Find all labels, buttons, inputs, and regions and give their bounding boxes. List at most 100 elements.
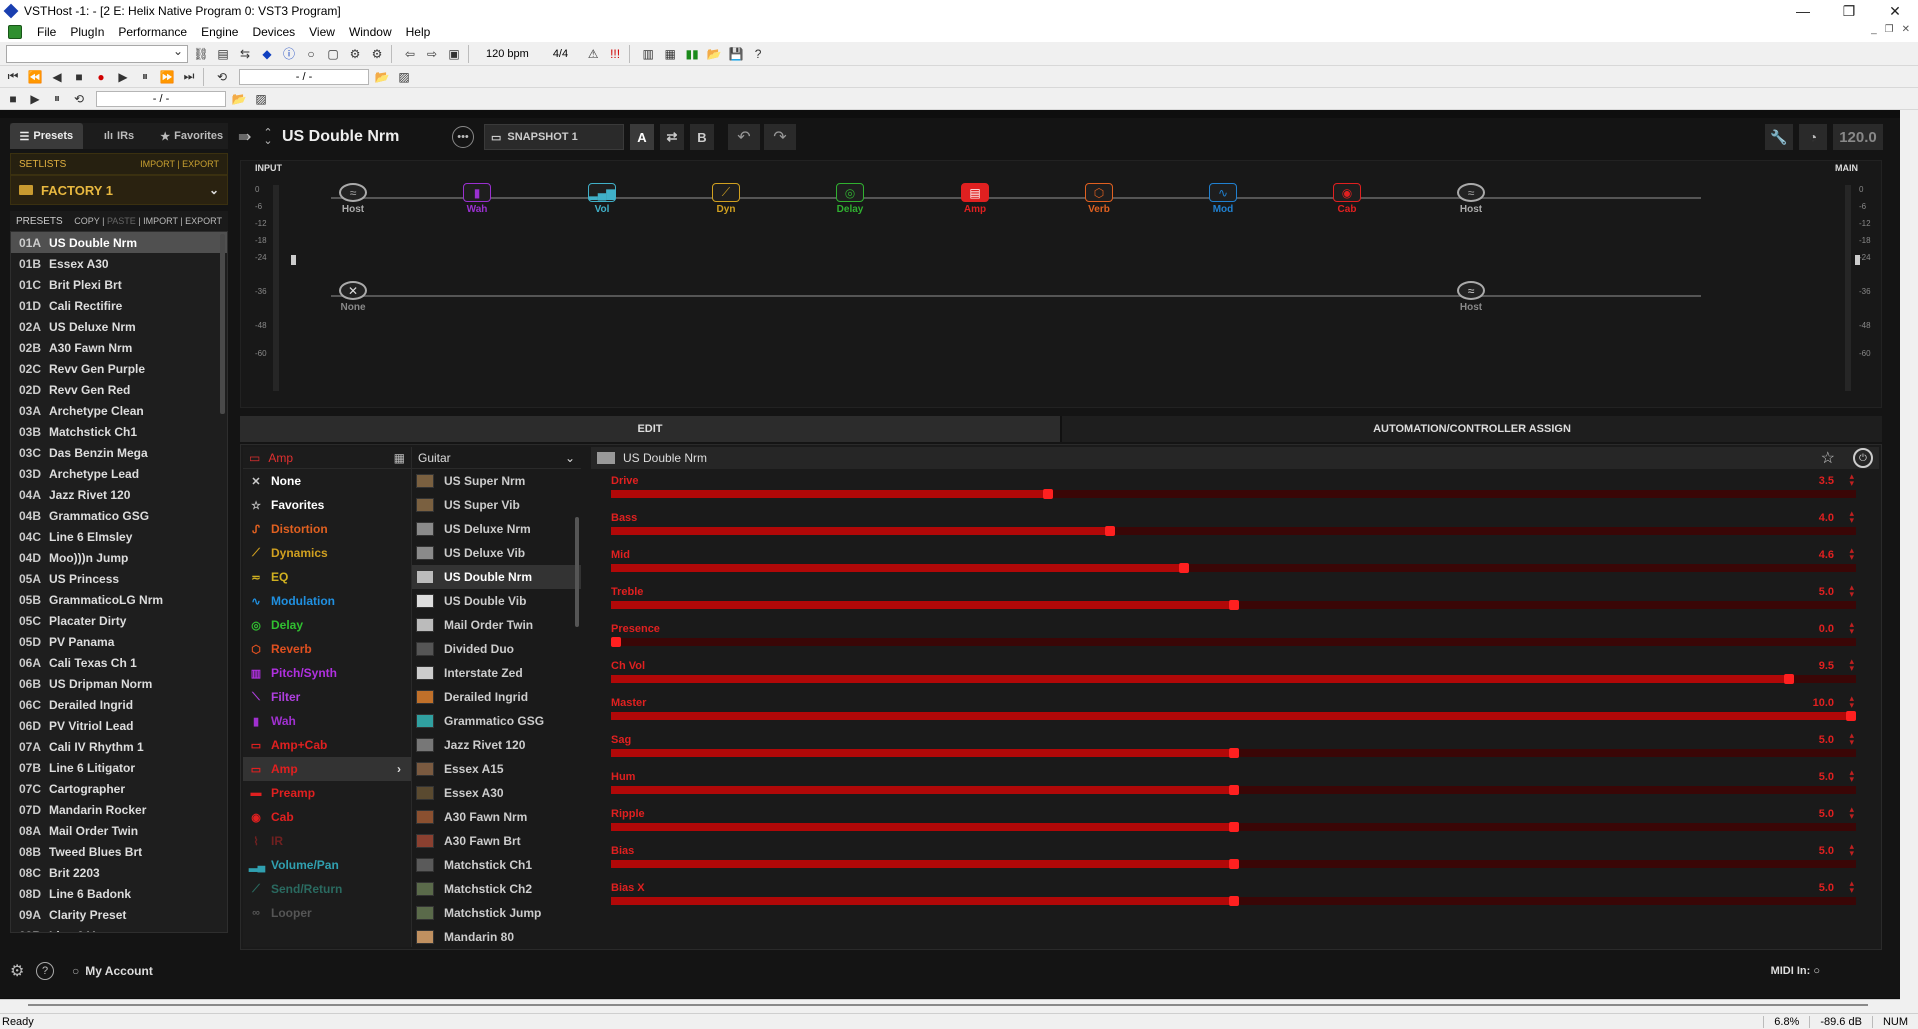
stepper-icon[interactable]: ▴ ▾ xyxy=(1849,805,1854,821)
play2-icon[interactable]: ▶ xyxy=(26,90,44,108)
snapshot-a-button[interactable]: A xyxy=(630,124,654,150)
param-slider[interactable] xyxy=(611,896,1856,906)
param-slider-thumb[interactable] xyxy=(1228,859,1239,869)
copy-button[interactable]: COPY xyxy=(74,216,99,226)
param-slider[interactable] xyxy=(611,637,1856,647)
category-item[interactable]: ▥ Pitch/Synth xyxy=(243,661,411,685)
save-icon[interactable]: 💾 xyxy=(727,45,745,63)
snapshot-swap-icon[interactable]: ⇄ xyxy=(660,124,684,150)
preset-item[interactable]: 03D Archetype Lead xyxy=(11,463,227,484)
pause2-icon[interactable]: ⏸ xyxy=(48,90,66,108)
redo-icon[interactable]: ↷ xyxy=(764,124,796,150)
player-position-field[interactable]: - / - xyxy=(96,90,226,107)
model-item[interactable]: Matchstick Ch2 xyxy=(412,877,581,901)
tab-edit[interactable]: EDIT xyxy=(240,416,1060,442)
category-item[interactable]: ᔑ Distortion xyxy=(243,517,411,541)
bpm-display[interactable]: 120 bpm xyxy=(486,48,529,60)
category-item[interactable]: ∿ Modulation xyxy=(243,589,411,613)
block-path2-host[interactable]: ≈ Host xyxy=(1455,281,1487,313)
category-item[interactable]: ✕ None xyxy=(243,469,411,493)
import-button[interactable]: IMPORT xyxy=(143,216,178,226)
block-wah[interactable]: ▮ Wah xyxy=(461,183,493,215)
param-value[interactable]: 0.0 xyxy=(1819,623,1834,635)
block-delay[interactable]: ◎ Delay xyxy=(834,183,866,215)
stop-icon[interactable]: ■ xyxy=(70,68,88,86)
vertical-scrollbar[interactable] xyxy=(1900,110,1918,1011)
preset-item[interactable]: 01B Essex A30 xyxy=(11,253,227,274)
stepper-icon[interactable]: ▴ ▾ xyxy=(1849,657,1854,673)
model-item[interactable]: Divided Duo xyxy=(412,637,581,661)
preset-item[interactable]: 07C Cartographer xyxy=(11,778,227,799)
param-value[interactable]: 9.5 xyxy=(1819,660,1834,672)
rewind-icon[interactable]: ⏪ xyxy=(26,68,44,86)
preset-item[interactable]: 01C Brit Plexi Brt xyxy=(11,274,227,295)
model-item[interactable]: Derailed Ingrid xyxy=(412,685,581,709)
export-button[interactable]: EXPORT xyxy=(185,216,222,226)
stepper-icon[interactable]: ▴ ▾ xyxy=(1849,620,1854,636)
preset-item[interactable]: 03A Archetype Clean xyxy=(11,400,227,421)
preset-scrollbar[interactable] xyxy=(220,234,225,414)
metronome-icon[interactable]: ⚠ xyxy=(584,45,602,63)
preset-item[interactable]: 02A US Deluxe Nrm xyxy=(11,316,227,337)
more-options-icon[interactable]: ••• xyxy=(452,126,474,148)
param-value[interactable]: 4.6 xyxy=(1819,549,1834,561)
param-slider[interactable] xyxy=(611,859,1856,869)
model-item[interactable]: US Super Vib xyxy=(412,493,581,517)
open-folder-icon[interactable]: 📂 xyxy=(373,68,391,86)
param-slider[interactable] xyxy=(611,526,1856,536)
preset-item[interactable]: 04B Grammatico GSG xyxy=(11,505,227,526)
diamond-icon[interactable]: ◆ xyxy=(258,45,276,63)
preset-item[interactable]: 04A Jazz Rivet 120 xyxy=(11,484,227,505)
preset-item[interactable]: 05A US Princess xyxy=(11,568,227,589)
keyboard-icon[interactable]: ▥ xyxy=(639,45,657,63)
help-icon[interactable]: ? xyxy=(749,45,767,63)
favorite-star-icon[interactable]: ☆ xyxy=(1821,448,1835,468)
model-item[interactable]: Mandarin 80 xyxy=(412,925,581,949)
position-field[interactable]: - / - xyxy=(239,68,369,85)
param-slider-thumb[interactable] xyxy=(611,637,621,647)
wave-file-icon[interactable]: ▨ xyxy=(395,68,413,86)
menu-plugin[interactable]: PlugIn xyxy=(63,25,111,39)
gears2-icon[interactable]: ⚙ xyxy=(368,45,386,63)
preset-item[interactable]: 08A Mail Order Twin xyxy=(11,820,227,841)
preset-item[interactable]: 02B A30 Fawn Nrm xyxy=(11,337,227,358)
category-item[interactable]: ▭ Amp › xyxy=(243,757,411,781)
setlist-selector[interactable]: FACTORY 1 ⌄ xyxy=(10,175,228,205)
maximize-button[interactable]: ❐ xyxy=(1826,0,1872,22)
tuner-icon[interactable]: ◔ xyxy=(1799,124,1827,150)
param-value[interactable]: 5.0 xyxy=(1819,734,1834,746)
menu-window[interactable]: Window xyxy=(342,25,399,39)
preset-item[interactable]: 07B Line 6 Litigator xyxy=(11,757,227,778)
midi-icon[interactable]: ▦ xyxy=(661,45,679,63)
preset-item[interactable]: 09A Clarity Preset xyxy=(11,904,227,925)
category-item[interactable]: ⟋ Dynamics xyxy=(243,541,411,565)
preset-item[interactable]: 06C Derailed Ingrid xyxy=(11,694,227,715)
circle-icon[interactable]: ○ xyxy=(302,45,320,63)
menu-view[interactable]: View xyxy=(302,25,342,39)
category-item[interactable]: ⟍ Filter xyxy=(243,685,411,709)
category-item[interactable]: ∞ Looper xyxy=(243,901,411,925)
preset-item[interactable]: 06D PV Vitriol Lead xyxy=(11,715,227,736)
open-folder2-icon[interactable]: 📂 xyxy=(230,90,248,108)
preset-item[interactable]: 05C Placater Dirty xyxy=(11,610,227,631)
category-item[interactable]: ▭ Amp+Cab xyxy=(243,733,411,757)
menu-file[interactable]: File xyxy=(30,25,63,39)
param-slider[interactable] xyxy=(611,822,1856,832)
wave-file2-icon[interactable]: ▨ xyxy=(252,90,270,108)
preset-item[interactable]: 05D PV Panama xyxy=(11,631,227,652)
model-item[interactable]: Jazz Rivet 120 xyxy=(412,733,581,757)
rewind-start-icon[interactable]: ⏮ xyxy=(4,68,22,86)
fast-forward-icon[interactable]: ⏩ xyxy=(158,68,176,86)
model-item[interactable]: Essex A30 xyxy=(412,781,581,805)
stop2-icon[interactable]: ■ xyxy=(4,90,22,108)
param-slider-thumb[interactable] xyxy=(1228,748,1239,758)
param-slider-thumb[interactable] xyxy=(1105,526,1115,536)
model-item[interactable]: US Double Nrm xyxy=(412,565,581,589)
param-value[interactable]: 5.0 xyxy=(1819,882,1834,894)
model-item[interactable]: US Double Vib xyxy=(412,589,581,613)
preset-item[interactable]: 08D Line 6 Badonk xyxy=(11,883,227,904)
wrench-icon[interactable]: 🔧 xyxy=(1765,124,1793,150)
step-back-icon[interactable]: ◀ xyxy=(48,68,66,86)
mdi-minimize-icon[interactable]: _ xyxy=(1871,24,1877,35)
model-item[interactable]: Mail Order Twin xyxy=(412,613,581,637)
